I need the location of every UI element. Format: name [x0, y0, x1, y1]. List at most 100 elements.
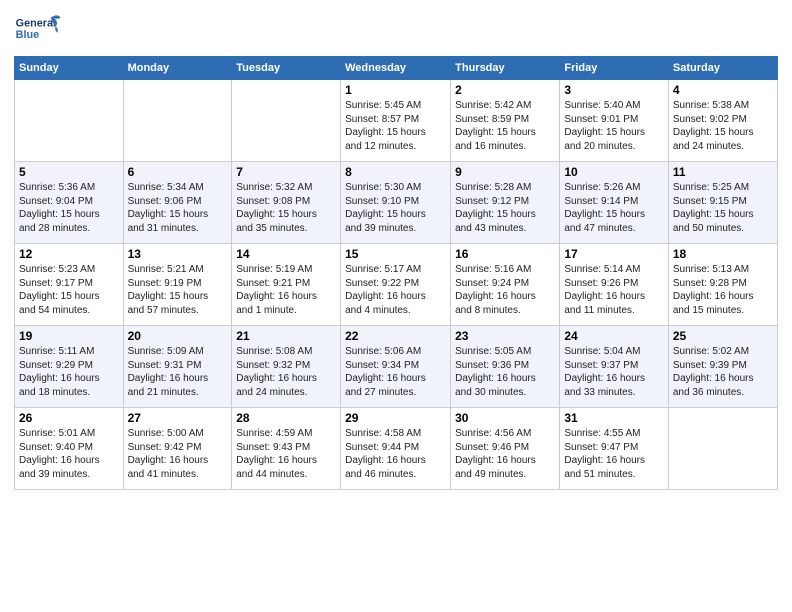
- day-info: Sunrise: 4:55 AM Sunset: 9:47 PM Dayligh…: [564, 427, 664, 481]
- day-number: 4: [673, 83, 773, 97]
- col-thursday: Thursday: [451, 57, 560, 80]
- day-info: Sunrise: 5:34 AM Sunset: 9:06 PM Dayligh…: [128, 181, 228, 235]
- calendar-cell: 19 Sunrise: 5:11 AM Sunset: 9:29 PM Dayli…: [15, 326, 124, 408]
- day-number: 17: [564, 247, 664, 261]
- calendar-cell: 7 Sunrise: 5:32 AM Sunset: 9:08 PM Daylig…: [232, 162, 341, 244]
- day-number: 27: [128, 411, 228, 425]
- calendar-cell: 31 Sunrise: 4:55 AM Sunset: 9:47 PM Dayli…: [560, 408, 669, 490]
- day-info: Sunrise: 5:45 AM Sunset: 8:57 PM Dayligh…: [345, 99, 446, 153]
- svg-text:General: General: [16, 17, 56, 29]
- calendar-cell: 27 Sunrise: 5:00 AM Sunset: 9:42 PM Dayli…: [123, 408, 232, 490]
- day-number: 14: [236, 247, 336, 261]
- calendar-week-row: 26 Sunrise: 5:01 AM Sunset: 9:40 PM Dayli…: [15, 408, 778, 490]
- col-friday: Friday: [560, 57, 669, 80]
- day-number: 6: [128, 165, 228, 179]
- calendar-cell: 21 Sunrise: 5:08 AM Sunset: 9:32 PM Dayli…: [232, 326, 341, 408]
- col-tuesday: Tuesday: [232, 57, 341, 80]
- col-wednesday: Wednesday: [341, 57, 451, 80]
- day-number: 7: [236, 165, 336, 179]
- day-number: 13: [128, 247, 228, 261]
- calendar-week-row: 5 Sunrise: 5:36 AM Sunset: 9:04 PM Daylig…: [15, 162, 778, 244]
- day-info: Sunrise: 5:40 AM Sunset: 9:01 PM Dayligh…: [564, 99, 664, 153]
- day-number: 21: [236, 329, 336, 343]
- svg-text:Blue: Blue: [16, 29, 39, 41]
- day-number: 10: [564, 165, 664, 179]
- calendar-cell: [15, 80, 124, 162]
- day-info: Sunrise: 4:59 AM Sunset: 9:43 PM Dayligh…: [236, 427, 336, 481]
- calendar-cell: 3 Sunrise: 5:40 AM Sunset: 9:01 PM Daylig…: [560, 80, 669, 162]
- day-number: 26: [19, 411, 119, 425]
- day-info: Sunrise: 5:11 AM Sunset: 9:29 PM Dayligh…: [19, 345, 119, 399]
- calendar-cell: 26 Sunrise: 5:01 AM Sunset: 9:40 PM Dayli…: [15, 408, 124, 490]
- day-number: 25: [673, 329, 773, 343]
- calendar-cell: 29 Sunrise: 4:58 AM Sunset: 9:44 PM Dayli…: [341, 408, 451, 490]
- day-number: 24: [564, 329, 664, 343]
- calendar-cell: 25Sunrise: 5:02 AM Sunset: 9:39 PM Dayli…: [668, 326, 777, 408]
- header: General Blue: [14, 10, 778, 50]
- day-info: Sunrise: 5:08 AM Sunset: 9:32 PM Dayligh…: [236, 345, 336, 399]
- calendar-cell: 20 Sunrise: 5:09 AM Sunset: 9:31 PM Dayli…: [123, 326, 232, 408]
- day-number: 30: [455, 411, 555, 425]
- day-info: Sunrise: 5:30 AM Sunset: 9:10 PM Dayligh…: [345, 181, 446, 235]
- day-info: Sunrise: 5:13 AM Sunset: 9:28 PM Dayligh…: [673, 263, 773, 317]
- calendar-cell: 12 Sunrise: 5:23 AM Sunset: 9:17 PM Dayli…: [15, 244, 124, 326]
- day-info: Sunrise: 5:19 AM Sunset: 9:21 PM Dayligh…: [236, 263, 336, 317]
- calendar-cell: 17Sunrise: 5:14 AM Sunset: 9:26 PM Dayli…: [560, 244, 669, 326]
- day-number: 16: [455, 247, 555, 261]
- calendar-cell: 28Sunrise: 4:59 AM Sunset: 9:43 PM Dayli…: [232, 408, 341, 490]
- logo: General Blue: [14, 10, 64, 50]
- calendar-cell: 18Sunrise: 5:13 AM Sunset: 9:28 PM Dayli…: [668, 244, 777, 326]
- calendar-cell: [232, 80, 341, 162]
- calendar-cell: 1Sunrise: 5:45 AM Sunset: 8:57 PM Daylig…: [341, 80, 451, 162]
- day-number: 29: [345, 411, 446, 425]
- day-number: 3: [564, 83, 664, 97]
- main-container: General Blue Sunday Monday Tuesday Wedne…: [0, 0, 792, 496]
- day-info: Sunrise: 5:38 AM Sunset: 9:02 PM Dayligh…: [673, 99, 773, 153]
- day-info: Sunrise: 5:16 AM Sunset: 9:24 PM Dayligh…: [455, 263, 555, 317]
- day-info: Sunrise: 5:32 AM Sunset: 9:08 PM Dayligh…: [236, 181, 336, 235]
- calendar-cell: 11 Sunrise: 5:25 AM Sunset: 9:15 PM Dayli…: [668, 162, 777, 244]
- day-number: 23: [455, 329, 555, 343]
- day-number: 8: [345, 165, 446, 179]
- day-info: Sunrise: 5:17 AM Sunset: 9:22 PM Dayligh…: [345, 263, 446, 317]
- day-info: Sunrise: 5:36 AM Sunset: 9:04 PM Dayligh…: [19, 181, 119, 235]
- calendar-week-row: 19 Sunrise: 5:11 AM Sunset: 9:29 PM Dayli…: [15, 326, 778, 408]
- calendar-cell: 30 Sunrise: 4:56 AM Sunset: 9:46 PM Dayli…: [451, 408, 560, 490]
- day-info: Sunrise: 4:56 AM Sunset: 9:46 PM Dayligh…: [455, 427, 555, 481]
- day-number: 15: [345, 247, 446, 261]
- calendar-week-row: 12 Sunrise: 5:23 AM Sunset: 9:17 PM Dayli…: [15, 244, 778, 326]
- calendar-cell: 22Sunrise: 5:06 AM Sunset: 9:34 PM Dayli…: [341, 326, 451, 408]
- day-info: Sunrise: 5:28 AM Sunset: 9:12 PM Dayligh…: [455, 181, 555, 235]
- day-number: 19: [19, 329, 119, 343]
- calendar-cell: 24 Sunrise: 5:04 AM Sunset: 9:37 PM Dayli…: [560, 326, 669, 408]
- day-info: Sunrise: 5:05 AM Sunset: 9:36 PM Dayligh…: [455, 345, 555, 399]
- day-number: 2: [455, 83, 555, 97]
- day-info: Sunrise: 5:42 AM Sunset: 8:59 PM Dayligh…: [455, 99, 555, 153]
- day-number: 12: [19, 247, 119, 261]
- day-info: Sunrise: 4:58 AM Sunset: 9:44 PM Dayligh…: [345, 427, 446, 481]
- day-number: 31: [564, 411, 664, 425]
- calendar-cell: 4 Sunrise: 5:38 AM Sunset: 9:02 PM Daylig…: [668, 80, 777, 162]
- day-info: Sunrise: 5:04 AM Sunset: 9:37 PM Dayligh…: [564, 345, 664, 399]
- calendar-cell: 15 Sunrise: 5:17 AM Sunset: 9:22 PM Dayli…: [341, 244, 451, 326]
- day-info: Sunrise: 5:09 AM Sunset: 9:31 PM Dayligh…: [128, 345, 228, 399]
- col-monday: Monday: [123, 57, 232, 80]
- calendar-cell: [123, 80, 232, 162]
- calendar-table: Sunday Monday Tuesday Wednesday Thursday…: [14, 56, 778, 490]
- day-info: Sunrise: 5:25 AM Sunset: 9:15 PM Dayligh…: [673, 181, 773, 235]
- day-number: 11: [673, 165, 773, 179]
- day-info: Sunrise: 5:26 AM Sunset: 9:14 PM Dayligh…: [564, 181, 664, 235]
- calendar-week-row: 1Sunrise: 5:45 AM Sunset: 8:57 PM Daylig…: [15, 80, 778, 162]
- day-number: 22: [345, 329, 446, 343]
- calendar-cell: 8 Sunrise: 5:30 AM Sunset: 9:10 PM Daylig…: [341, 162, 451, 244]
- day-info: Sunrise: 5:01 AM Sunset: 9:40 PM Dayligh…: [19, 427, 119, 481]
- calendar-cell: 23 Sunrise: 5:05 AM Sunset: 9:36 PM Dayli…: [451, 326, 560, 408]
- calendar-cell: 9Sunrise: 5:28 AM Sunset: 9:12 PM Daylig…: [451, 162, 560, 244]
- calendar-header-row: Sunday Monday Tuesday Wednesday Thursday…: [15, 57, 778, 80]
- day-info: Sunrise: 5:23 AM Sunset: 9:17 PM Dayligh…: [19, 263, 119, 317]
- calendar-cell: 14 Sunrise: 5:19 AM Sunset: 9:21 PM Dayli…: [232, 244, 341, 326]
- day-number: 20: [128, 329, 228, 343]
- calendar-cell: 16 Sunrise: 5:16 AM Sunset: 9:24 PM Dayli…: [451, 244, 560, 326]
- day-number: 5: [19, 165, 119, 179]
- day-info: Sunrise: 5:00 AM Sunset: 9:42 PM Dayligh…: [128, 427, 228, 481]
